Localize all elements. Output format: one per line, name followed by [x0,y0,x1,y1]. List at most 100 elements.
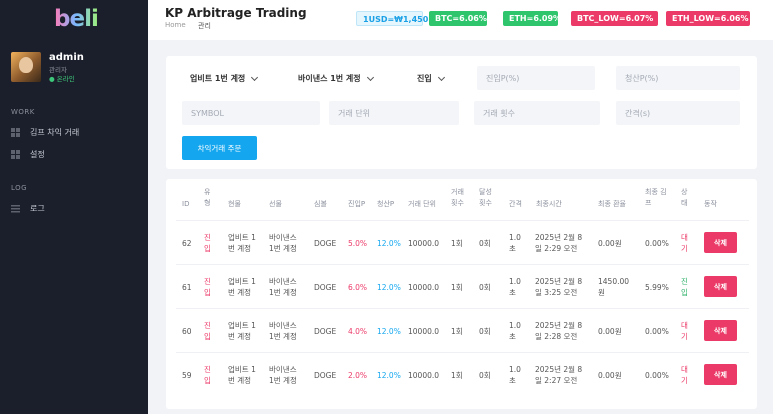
order-form: 업비트 1번 계정 바이낸스 1번 계정 진입 차익거래 주문 [166,56,757,169]
cell-rate: 0.00원 [598,239,622,248]
header-exit-p: 청산P [377,200,395,208]
avatar [11,52,41,82]
btc-premium-badge: BTC=6.06% [429,11,487,26]
cell-futures: 바이낸스 1번 계정 [269,321,297,341]
header-symbol: 심볼 [314,200,327,208]
cell-unit: 10000.0 [408,327,440,336]
cell-futures: 바이낸스 1번 계정 [269,277,297,297]
trade-unit-input[interactable] [329,101,459,125]
header: KP Arbitrage Trading Home 관리 1USD=₩1,450… [148,0,773,40]
cell-interval: 1.0 초 [509,233,521,253]
cell-type: 진입 [204,321,211,341]
order-type-select[interactable]: 진입 [417,68,445,89]
eth-premium-badge: ETH=6.09% [503,11,561,26]
cell-symbol: DOGE [314,327,336,336]
header-id: ID [182,200,190,208]
cell-done: 0회 [479,327,491,336]
exit-p-input[interactable] [616,66,740,90]
cell-unit: 10000.0 [408,239,440,248]
cell-count: 1회 [451,327,463,336]
grid-icon [11,127,20,137]
sidebar-item-label: 설정 [30,149,45,159]
breadcrumb-current: 관리 [198,22,211,30]
cell-exit-p: 12.0% [377,239,401,248]
header-done: 달성 횟수 [479,188,492,207]
cell-time: 2025년 2월 8일 2:28 오전 [535,321,583,341]
section-title-work: WORK [11,108,35,116]
cell-id: 60 [182,327,192,336]
cell-spot: 업비트 1번 계정 [228,321,256,341]
header-futures: 선물 [269,200,282,208]
list-icon [11,203,20,213]
cell-status: 대기 [681,365,688,385]
delete-button[interactable]: 삭제 [704,276,737,297]
app-logo[interactable]: beli [54,6,99,32]
cell-done: 0회 [479,239,491,248]
cell-id: 59 [182,371,192,380]
spot-account-select[interactable]: 업비트 1번 계정 [190,68,259,89]
cell-exit-p: 12.0% [377,371,401,380]
cell-futures: 바이낸스 1번 계정 [269,365,297,385]
entry-p-input[interactable] [477,66,595,90]
table-row: 62 진입 업비트 1번 계정 바이낸스 1번 계정 DOGE 5.0% 12.0… [176,220,749,264]
cell-premium: 5.99% [645,283,669,292]
sidebar-item-kimp-arbitrage[interactable]: 김프 차익 거래 [11,125,79,139]
header-interval: 간격 [509,200,522,208]
sidebar: beli admin 관리자 ● 온라인 WORK 김프 차익 거래 설정 LO… [0,0,148,414]
cell-symbol: DOGE [314,371,336,380]
cell-rate: 1450.00 원 [598,277,630,297]
header-time: 최종시간 [536,200,562,208]
cell-type: 진입 [204,233,211,253]
cell-count: 1회 [451,371,463,380]
cell-done: 0회 [479,283,491,292]
btc-low-badge: BTC_LOW=6.07% [571,11,658,26]
delete-button[interactable]: 삭제 [704,364,737,385]
trade-count-input[interactable] [474,101,600,125]
cell-count: 1회 [451,239,463,248]
cell-premium: 0.00% [645,327,669,336]
user-name: admin [49,52,84,63]
cell-interval: 1.0 초 [509,365,521,385]
chevron-down-icon [251,73,259,81]
breadcrumb-home[interactable]: Home [165,21,186,29]
cell-interval: 1.0 초 [509,321,521,341]
sidebar-item-log[interactable]: 로그 [11,201,45,215]
interval-input[interactable] [616,101,740,125]
header-action: 동작 [704,200,717,208]
cell-done: 0회 [479,371,491,380]
table-row: 60 진입 업비트 1번 계정 바이낸스 1번 계정 DOGE 4.0% 12.0… [176,308,749,352]
cell-entry-p: 6.0% [348,283,368,292]
cell-exit-p: 12.0% [377,283,401,292]
cell-time: 2025년 2월 8일 2:27 오전 [535,365,583,385]
order-type-value: 진입 [417,74,432,83]
cell-premium: 0.00% [645,239,669,248]
page-title: KP Arbitrage Trading [165,6,307,20]
cell-status: 진입 [681,277,688,297]
user-profile: admin 관리자 ● 온라인 [11,52,141,84]
cell-id: 61 [182,283,192,292]
futures-account-value: 바이낸스 1번 계정 [298,74,361,83]
user-status: ● 온라인 [49,75,75,83]
header-unit: 거래 단위 [408,200,436,208]
chevron-down-icon [366,73,374,81]
section-title-log: LOG [11,184,28,192]
delete-button[interactable]: 삭제 [704,232,737,253]
cell-entry-p: 2.0% [348,371,368,380]
cell-symbol: DOGE [314,239,336,248]
sidebar-item-label: 김프 차익 거래 [30,127,80,137]
cell-type: 진입 [204,277,211,297]
submit-order-button[interactable]: 차익거래 주문 [182,136,257,160]
cell-futures: 바이낸스 1번 계정 [269,233,297,253]
cell-interval: 1.0 초 [509,277,521,297]
header-entry-p: 진입P [348,200,366,208]
cell-unit: 10000.0 [408,371,440,380]
cell-spot: 업비트 1번 계정 [228,365,256,385]
symbol-input[interactable] [182,101,320,125]
futures-account-select[interactable]: 바이낸스 1번 계정 [298,68,374,89]
header-status: 상태 [681,188,688,207]
sidebar-item-settings[interactable]: 설정 [11,147,45,161]
cell-time: 2025년 2월 8일 3:25 오전 [535,277,583,297]
delete-button[interactable]: 삭제 [704,320,737,341]
chevron-down-icon [437,73,445,81]
cell-id: 62 [182,239,192,248]
